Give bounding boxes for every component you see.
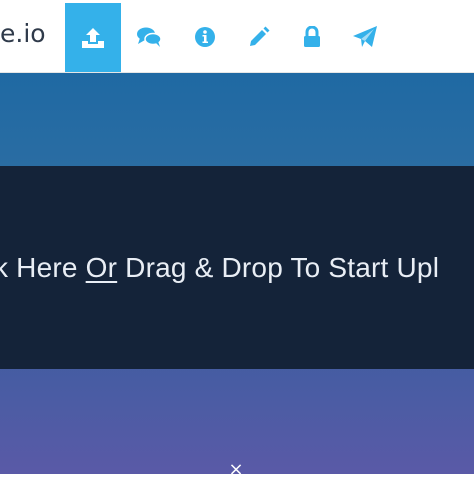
nav-send-button[interactable] [337, 3, 393, 71]
nav-lock-button[interactable] [284, 3, 340, 71]
comments-icon [137, 27, 162, 47]
dropzone-instruction-text[interactable]: k Here Or Drag & Drop To Start Upl [0, 252, 439, 284]
info-icon [195, 27, 215, 47]
brand-logo-text[interactable]: e.io [0, 14, 46, 54]
send-icon [353, 26, 377, 47]
upload-icon [82, 27, 104, 48]
lock-icon [304, 26, 320, 47]
top-navbar: e.io [0, 0, 474, 73]
dropzone-text-end: Drag & Drop To Start Upl [117, 252, 440, 283]
dropzone-or-link: Or [85, 252, 118, 283]
dropzone-text-start: k Here [0, 252, 86, 283]
nav-edit-button[interactable] [231, 3, 287, 71]
nav-upload-button[interactable] [65, 3, 121, 72]
close-icon[interactable]: × [228, 461, 244, 479]
nav-info-button[interactable] [177, 3, 233, 71]
pencil-icon [250, 26, 270, 46]
nav-comments-button[interactable] [121, 3, 177, 71]
